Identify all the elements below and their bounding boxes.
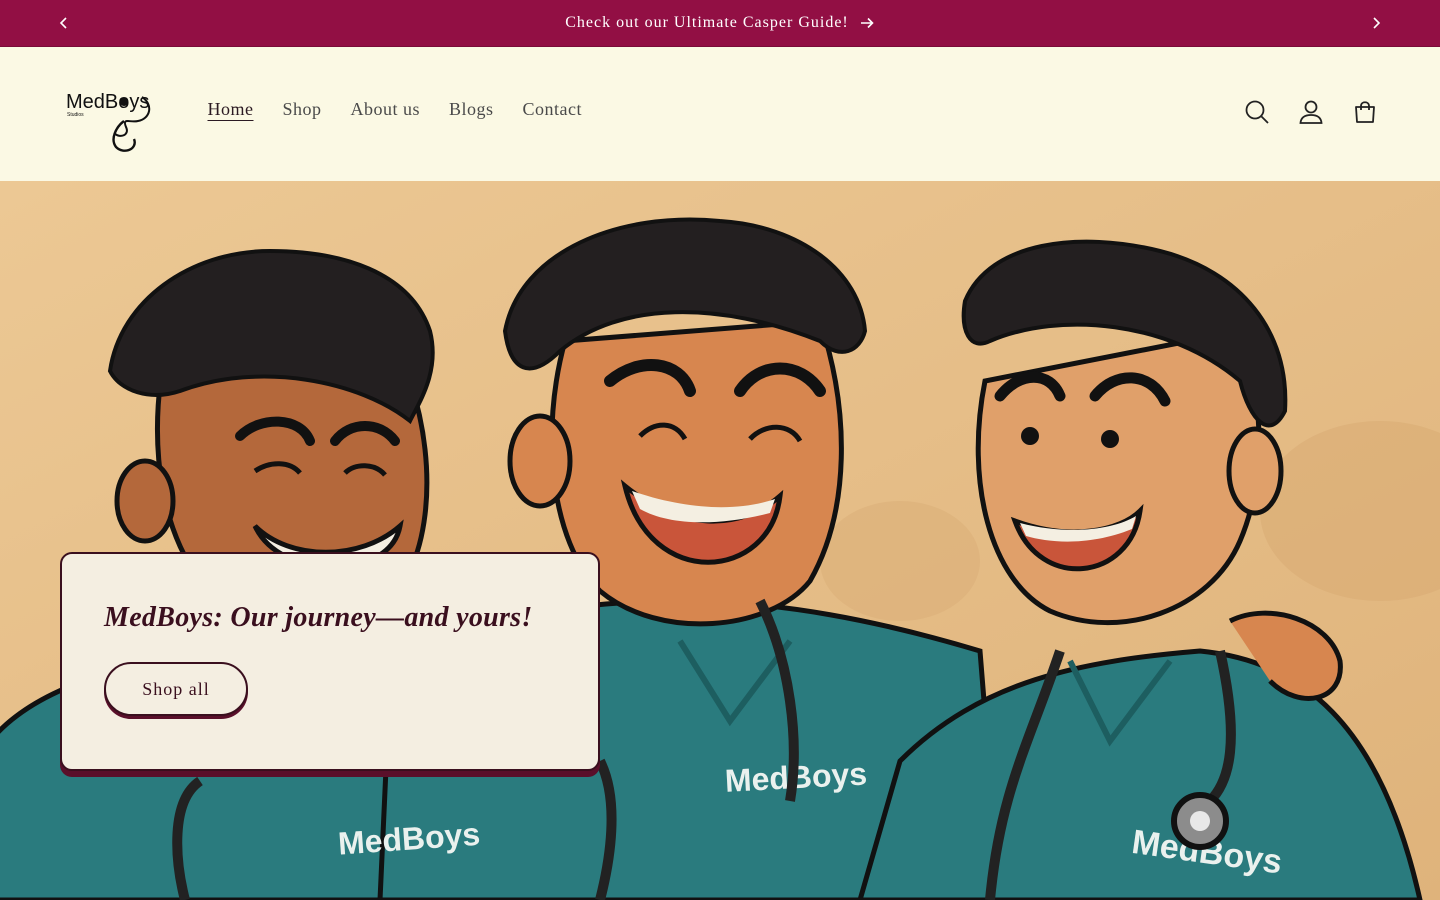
account-icon xyxy=(1299,100,1323,124)
hero-banner: MedBoys MedBoys MedBoys MedBoys: Our jou… xyxy=(0,181,1440,900)
logo-text: MedBoys xyxy=(66,91,149,113)
hero-illustration: MedBoys MedBoys MedBoys xyxy=(0,181,1440,900)
nav-contact[interactable]: Contact xyxy=(508,99,597,120)
nav-home[interactable]: Home xyxy=(193,99,268,120)
announcement-bar: Check out our Ultimate Casper Guide! xyxy=(0,0,1440,47)
search-icon xyxy=(1245,100,1269,124)
site-header: MedBoys Studios Home Shop About us Blogs… xyxy=(0,47,1440,181)
chevron-left-icon xyxy=(59,17,67,29)
arrow-right-icon xyxy=(860,17,874,29)
cart-button[interactable] xyxy=(1350,97,1380,127)
main-nav: Home Shop About us Blogs Contact xyxy=(193,99,597,120)
search-button[interactable] xyxy=(1242,97,1272,127)
header-icons xyxy=(1242,97,1380,127)
hero-heading: MedBoys: Our journey—and yours! xyxy=(104,602,533,633)
announcement-message: Check out our Ultimate Casper Guide! xyxy=(565,14,849,31)
announcement-next-button[interactable] xyxy=(1364,11,1388,35)
stethoscope-logo-icon: MedBoys Studios xyxy=(66,91,151,152)
chevron-right-icon xyxy=(1373,17,1381,29)
shop-all-button[interactable]: Shop all xyxy=(104,662,248,716)
nav-blogs[interactable]: Blogs xyxy=(435,99,509,120)
announcement-link[interactable]: Check out our Ultimate Casper Guide! xyxy=(565,14,875,32)
nav-shop[interactable]: Shop xyxy=(268,99,336,120)
account-button[interactable] xyxy=(1296,97,1326,127)
hero-card: MedBoys: Our journey—and yours! Shop all xyxy=(60,552,600,771)
site-logo[interactable]: MedBoys Studios xyxy=(64,87,156,157)
nav-about-us[interactable]: About us xyxy=(336,99,435,120)
logo-subtext: Studios xyxy=(67,112,84,118)
announcement-prev-button[interactable] xyxy=(52,11,76,35)
cart-icon xyxy=(1355,101,1375,123)
